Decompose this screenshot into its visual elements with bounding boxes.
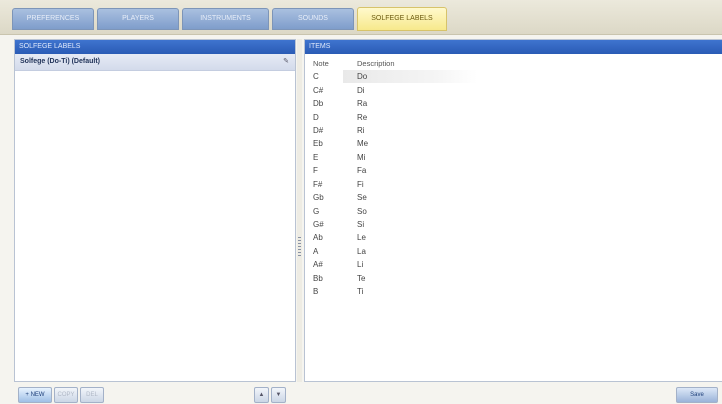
items-table: Note Description C Do C# Di Db Ra D Re D# Ri Eb Me E…: [310, 57, 477, 298]
note-cell: Eb: [313, 139, 323, 149]
note-cell: F: [313, 166, 318, 176]
splitter-grip-icon[interactable]: [298, 237, 301, 257]
column-header-note[interactable]: Note: [310, 57, 343, 70]
items-table-row[interactable]: Eb Me: [310, 137, 477, 150]
items-table-row[interactable]: D# Ri: [310, 124, 477, 137]
tab-players[interactable]: PLAYERS: [97, 8, 179, 30]
note-cell: C#: [313, 85, 324, 95]
solfege-sets-header: SOLFEGE LABELS: [15, 40, 295, 54]
description-cell[interactable]: Li: [343, 258, 477, 271]
description-cell[interactable]: Le: [343, 231, 477, 244]
tab-preferences[interactable]: PREFERENCES: [12, 8, 94, 30]
items-table-row[interactable]: Ab Le: [310, 231, 477, 244]
save-button[interactable]: Save: [676, 387, 718, 403]
items-header: ITEMS: [305, 40, 722, 54]
note-cell: D#: [313, 125, 324, 135]
note-cell: G#: [313, 220, 324, 230]
tab-bar: PREFERENCES PLAYERS INSTRUMENTS SOUNDS S…: [0, 0, 722, 35]
items-table-row[interactable]: Gb Se: [310, 191, 477, 204]
description-cell[interactable]: Mi: [343, 151, 477, 164]
items-table-header: Note Description: [310, 57, 477, 70]
tab-instruments[interactable]: INSTRUMENTS: [182, 8, 269, 30]
solfege-sets-panel: SOLFEGE LABELS Solfege (Do-Ti) (Default)…: [14, 39, 296, 382]
new-set-button[interactable]: + NEW: [18, 387, 52, 403]
column-header-description[interactable]: Description: [343, 57, 477, 70]
note-cell: Db: [313, 99, 324, 109]
panel-splitter[interactable]: [297, 39, 302, 382]
move-down-icon[interactable]: ▼: [271, 387, 286, 403]
description-cell[interactable]: Me: [343, 137, 477, 150]
items-table-row[interactable]: D Re: [310, 110, 477, 123]
note-cell: A: [313, 246, 319, 256]
description-cell[interactable]: So: [343, 204, 477, 217]
tab-sounds[interactable]: SOUNDS: [272, 8, 354, 30]
note-cell: F#: [313, 179, 323, 189]
delete-set-button[interactable]: DEL: [80, 387, 104, 403]
description-cell[interactable]: Se: [343, 191, 477, 204]
tab-solfege-labels[interactable]: SOLFEGE LABELS: [357, 7, 447, 31]
items-table-row[interactable]: C Do: [310, 70, 477, 84]
note-cell: C: [313, 72, 319, 82]
solfege-set-label: Solfege (Do-Ti) (Default): [20, 58, 100, 65]
description-cell[interactable]: Ri: [343, 124, 477, 137]
items-table-row[interactable]: G# Si: [310, 218, 477, 231]
items-table-row[interactable]: B Ti: [310, 285, 477, 298]
items-table-row[interactable]: F Fa: [310, 164, 477, 177]
items-table-row[interactable]: E Mi: [310, 151, 477, 164]
items-table-row[interactable]: F# Fi: [310, 178, 477, 191]
items-table-row[interactable]: A# Li: [310, 258, 477, 271]
description-cell[interactable]: Di: [343, 83, 477, 96]
description-cell[interactable]: Do: [343, 70, 477, 84]
pencil-icon[interactable]: ✎: [283, 54, 289, 70]
note-cell: E: [313, 152, 319, 162]
note-cell: G: [313, 206, 320, 216]
move-up-icon[interactable]: ▲: [254, 387, 269, 403]
description-cell[interactable]: Si: [343, 218, 477, 231]
solfege-set-item[interactable]: Solfege (Do-Ti) (Default) ✎: [15, 54, 295, 71]
note-cell: D: [313, 112, 319, 122]
description-cell[interactable]: Re: [343, 110, 477, 123]
bottom-toolbar: + NEW COPY DEL ▲ ▼ Save: [14, 383, 722, 404]
description-cell[interactable]: Te: [343, 272, 477, 285]
note-cell: Bb: [313, 273, 323, 283]
items-table-row[interactable]: Db Ra: [310, 97, 477, 110]
description-cell[interactable]: Fa: [343, 164, 477, 177]
copy-set-button[interactable]: COPY: [54, 387, 78, 403]
items-table-row[interactable]: G So: [310, 204, 477, 217]
items-table-row[interactable]: C# Di: [310, 83, 477, 96]
items-table-row[interactable]: Bb Te: [310, 272, 477, 285]
note-cell: A#: [313, 260, 323, 270]
description-cell[interactable]: Ra: [343, 97, 477, 110]
items-panel: ITEMS Note Description C Do C# Di Db Ra D Re D# R…: [304, 39, 722, 382]
description-cell[interactable]: La: [343, 245, 477, 258]
items-table-row[interactable]: A La: [310, 245, 477, 258]
note-cell: B: [313, 287, 319, 297]
note-cell: Ab: [313, 233, 323, 243]
description-cell[interactable]: Ti: [343, 285, 477, 298]
description-cell[interactable]: Fi: [343, 178, 477, 191]
note-cell: Gb: [313, 193, 324, 203]
